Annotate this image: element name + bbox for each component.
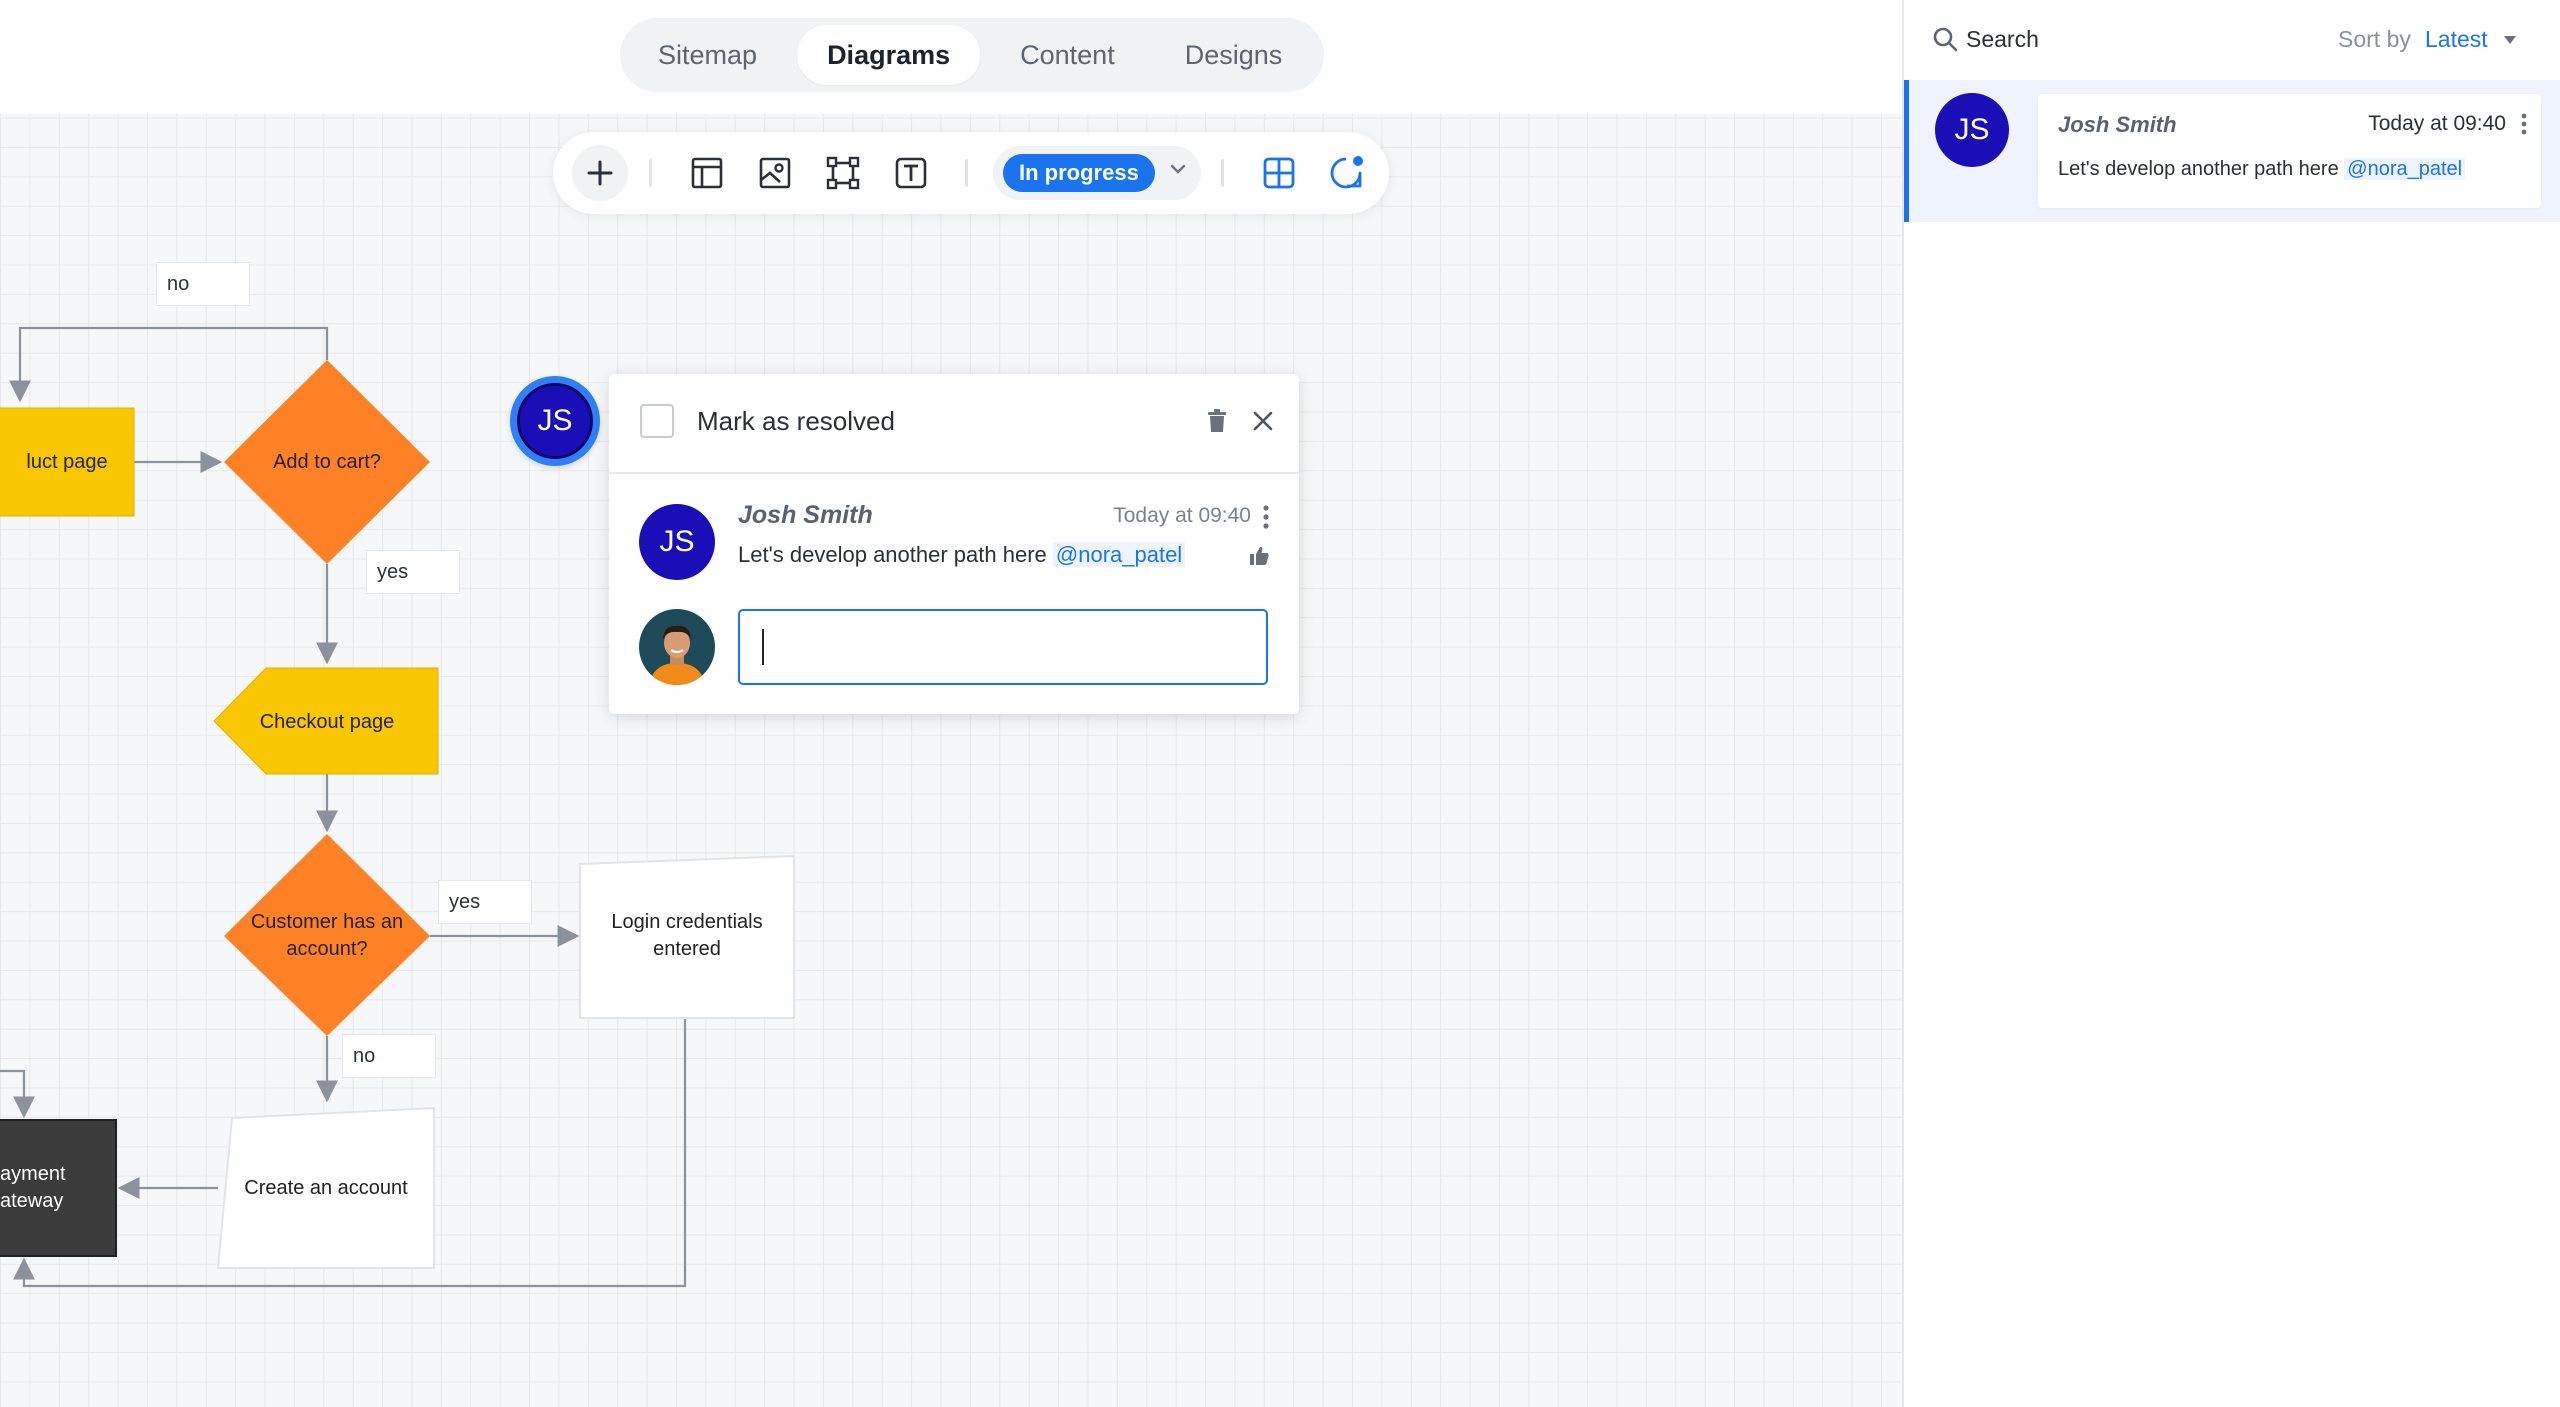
- comment-body: Let's develop another path here: [738, 542, 1047, 567]
- chevron-down-icon: [1169, 162, 1187, 181]
- comment-marker-avatar: JS: [517, 383, 593, 459]
- thumbs-up-icon[interactable]: [1245, 542, 1273, 570]
- node-text-customer-account: Customer has an account?: [234, 908, 420, 964]
- frame-icon[interactable]: [819, 149, 867, 197]
- node-text-line: account?: [286, 938, 368, 960]
- label-yes-right: yes: [438, 880, 532, 924]
- more-options-icon[interactable]: [2516, 112, 2532, 136]
- caret-down-icon[interactable]: [2502, 33, 2518, 45]
- node-text-payment-gateway: ayment ateway: [0, 1160, 70, 1216]
- node-text-create-account: Create an account: [244, 1176, 408, 1199]
- avatar: JS: [1935, 93, 2009, 167]
- sort-label: Sort by: [2338, 26, 2411, 52]
- comment-mention[interactable]: @nora_patel: [1052, 542, 1186, 567]
- toolbar-divider: [965, 159, 968, 187]
- node-text-line: Login credentials: [611, 911, 763, 933]
- avatar: JS: [639, 504, 715, 580]
- node-text-add-to-cart: Add to cart?: [273, 450, 381, 473]
- label-no-top: no: [156, 262, 250, 306]
- mark-resolved-checkbox[interactable]: [640, 404, 674, 438]
- connector-left-to-payment: [0, 1069, 35, 1119]
- node-text-login-credentials: Login credentials entered: [584, 908, 790, 964]
- top-bar: Sitemap Diagrams Content Designs: [0, 0, 1902, 114]
- diagram-toolbar: In progress: [553, 132, 1389, 214]
- node-text-checkout-page: Checkout page: [259, 710, 395, 733]
- more-options-icon[interactable]: [1257, 504, 1275, 530]
- tab-sitemap[interactable]: Sitemap: [628, 25, 787, 85]
- comment-body: Let's develop another path here: [2058, 158, 2339, 180]
- comment-author: Josh Smith: [738, 501, 873, 529]
- comment-card: Josh Smith Today at 09:40 Let's develop …: [2038, 94, 2541, 208]
- comments-panel: Search Sort by Latest JS Josh Smith Toda…: [1902, 0, 2560, 1407]
- close-icon[interactable]: [1246, 404, 1280, 438]
- mark-resolved-label: Mark as resolved: [697, 406, 895, 436]
- label-no-bottom: no: [342, 1034, 436, 1078]
- comment-time: Today at 09:40: [1113, 504, 1251, 527]
- toolbar-divider: [649, 159, 652, 187]
- node-text-line: entered: [653, 938, 721, 960]
- tab-designs[interactable]: Designs: [1155, 25, 1313, 85]
- connector-no-loop: [9, 326, 329, 403]
- plus-icon[interactable]: [572, 145, 628, 201]
- tab-diagrams[interactable]: Diagrams: [797, 25, 981, 85]
- comment-marker[interactable]: JS: [510, 376, 600, 466]
- search-input[interactable]: Search: [1966, 26, 2039, 53]
- tab-bar: Sitemap Diagrams Content Designs: [620, 18, 1324, 92]
- comment-text: Let's develop another path here @nora_pa…: [738, 542, 1186, 568]
- current-user-avatar: [639, 609, 715, 685]
- search-icon[interactable]: [1932, 26, 1958, 52]
- node-text-line: ayment: [0, 1163, 66, 1185]
- label-yes-mid: yes: [366, 550, 460, 594]
- layout-icon[interactable]: [683, 149, 731, 197]
- toolbar-divider: [1221, 159, 1224, 187]
- comment-popover-header: Mark as resolved: [609, 374, 1299, 474]
- comment-author: Josh Smith: [2058, 112, 2177, 137]
- comment-text: Let's develop another path here @nora_pa…: [2058, 158, 2466, 181]
- sort-dropdown[interactable]: Latest: [2425, 26, 2488, 53]
- comment-popover: Mark as resolved JS Josh Smith Today at …: [609, 374, 1299, 714]
- comment-time: Today at 09:40: [2368, 112, 2506, 135]
- status-dropdown[interactable]: In progress: [993, 146, 1201, 200]
- text-tool-icon[interactable]: [887, 149, 935, 197]
- comment-mention[interactable]: @nora_patel: [2344, 158, 2466, 180]
- node-text-line: ateway: [0, 1190, 64, 1212]
- node-text-product-page: luct page: [26, 450, 108, 473]
- text-cursor: [762, 629, 764, 665]
- image-frame-icon[interactable]: [751, 149, 799, 197]
- status-badge: In progress: [1003, 154, 1155, 192]
- comment-icon[interactable]: [1323, 149, 1371, 197]
- tab-content[interactable]: Content: [990, 25, 1145, 85]
- trash-icon[interactable]: [1200, 404, 1234, 438]
- grid-view-icon[interactable]: [1255, 149, 1303, 197]
- reply-input[interactable]: [738, 609, 1268, 685]
- comment-thread-item[interactable]: JS Josh Smith Today at 09:40 Let's devel…: [1904, 80, 2560, 222]
- node-text-line: Customer has an: [250, 911, 404, 933]
